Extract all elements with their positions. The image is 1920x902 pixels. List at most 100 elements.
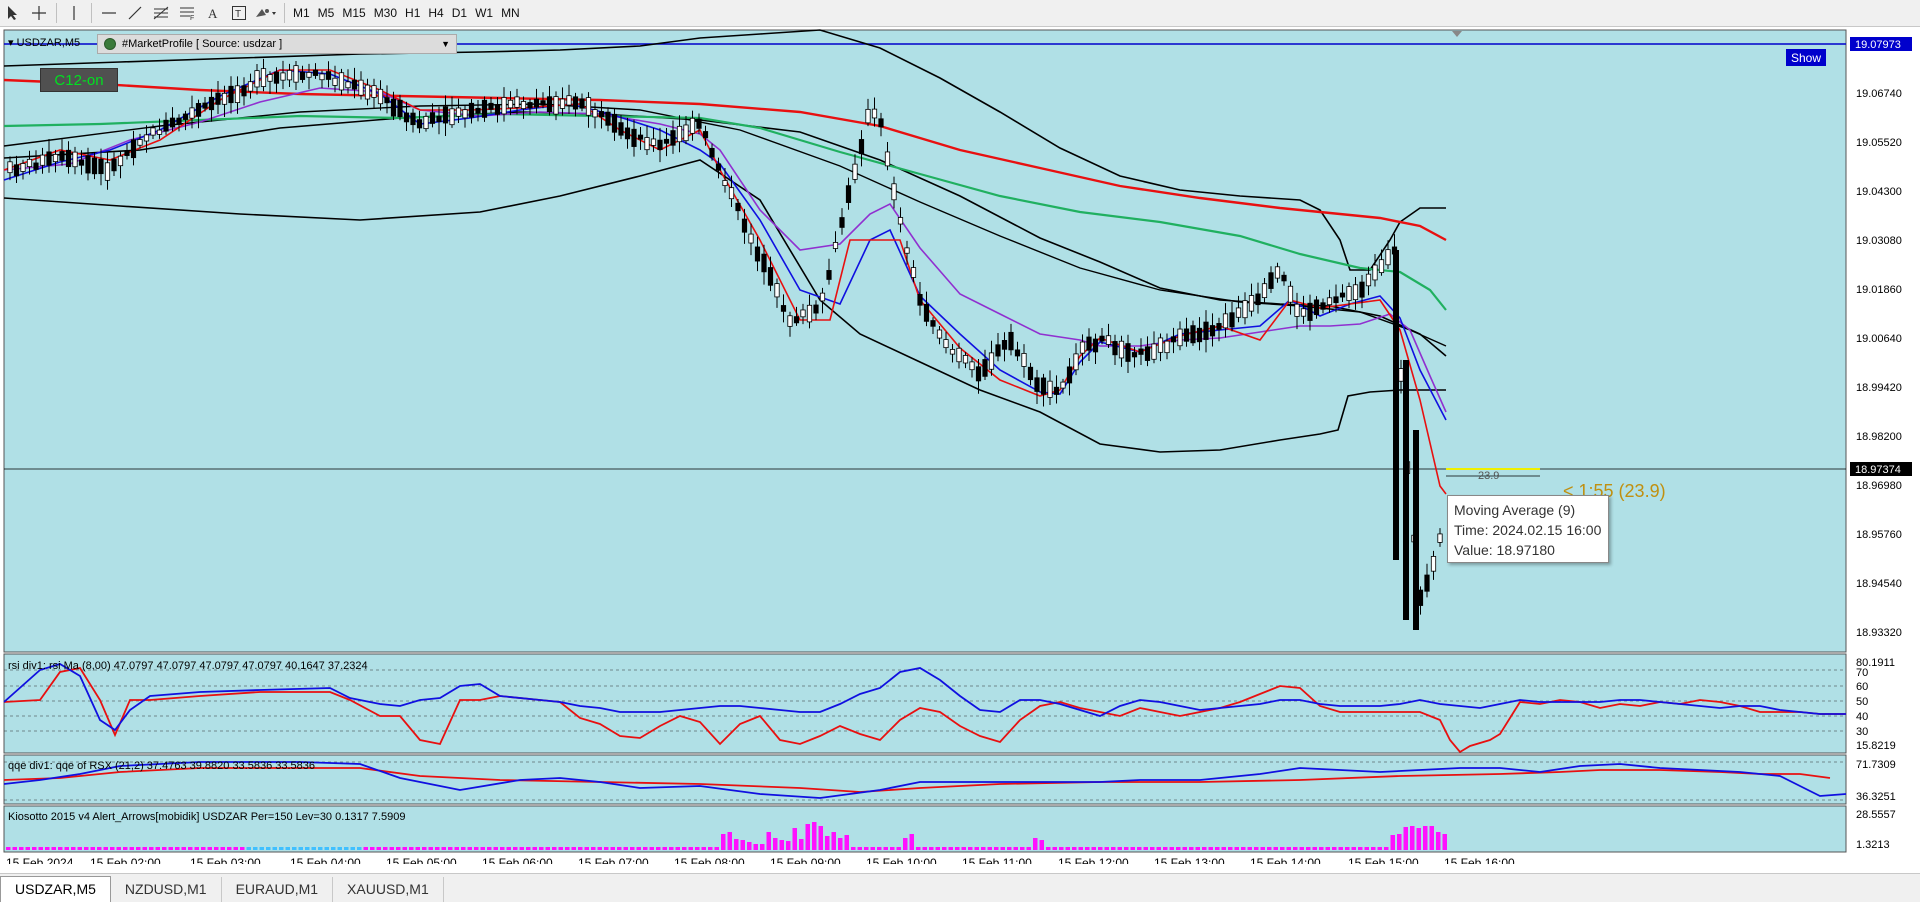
kiosotto-bar bbox=[896, 847, 901, 850]
show-button[interactable]: Show bbox=[1786, 49, 1826, 66]
kiosotto-bar bbox=[1319, 847, 1324, 850]
svg-text:A: A bbox=[208, 6, 218, 21]
time-tick: 15 Feb 09:00 bbox=[770, 856, 841, 864]
candle-body bbox=[631, 128, 637, 147]
shapes-icon[interactable] bbox=[254, 2, 278, 24]
kiosotto-bar bbox=[58, 847, 63, 850]
candle-body bbox=[286, 69, 293, 81]
chevron-down-icon[interactable]: ▼ bbox=[441, 39, 450, 49]
text-label-icon[interactable]: T bbox=[228, 2, 250, 24]
kiosotto-bar bbox=[864, 847, 869, 850]
market-profile-dropdown[interactable]: #MarketProfile [ Source: usdzar ] ▼ bbox=[97, 34, 457, 54]
timeframe-mn[interactable]: MN bbox=[497, 6, 524, 20]
kiosotto-bar bbox=[1195, 847, 1200, 850]
text-icon[interactable]: A bbox=[202, 2, 224, 24]
kiosotto-bar bbox=[851, 847, 856, 850]
kiosotto-bar bbox=[942, 847, 947, 850]
channel-icon[interactable]: F bbox=[176, 2, 198, 24]
vertical-line-icon[interactable] bbox=[63, 2, 85, 24]
candle-body bbox=[442, 106, 449, 124]
kiosotto-bar bbox=[272, 847, 277, 850]
kiosotto-bar bbox=[409, 847, 414, 850]
candle-body bbox=[468, 102, 475, 118]
timeframe-m15[interactable]: M15 bbox=[338, 6, 369, 20]
time-tick: 15 Feb 08:00 bbox=[674, 856, 745, 864]
price-tick: 19.04300 bbox=[1856, 186, 1902, 198]
fibonacci-icon[interactable] bbox=[150, 2, 172, 24]
candle-body bbox=[260, 68, 267, 87]
candle-body bbox=[962, 355, 969, 364]
kiosotto-bar bbox=[318, 847, 323, 850]
cursor-icon[interactable] bbox=[2, 2, 24, 24]
candle-body bbox=[1229, 312, 1235, 328]
candle-body bbox=[1060, 381, 1066, 389]
kiosotto-bar bbox=[188, 847, 193, 850]
tab-xauusd-m1[interactable]: XAUUSD,M1 bbox=[333, 877, 444, 902]
kiosotto-bar bbox=[1007, 847, 1012, 850]
kiosotto-bar bbox=[116, 847, 121, 850]
candle-body bbox=[793, 316, 800, 324]
candle-body bbox=[1365, 273, 1372, 287]
kiosotto-bar bbox=[337, 847, 342, 850]
timeframe-w1[interactable]: W1 bbox=[471, 6, 497, 20]
kiosotto-bar bbox=[1241, 847, 1246, 850]
kiosotto-bar bbox=[19, 847, 24, 850]
candle-body bbox=[52, 153, 59, 163]
kiosotto-bar bbox=[467, 847, 472, 850]
candle-body bbox=[1274, 266, 1281, 279]
timeframe-m5[interactable]: M5 bbox=[314, 6, 339, 20]
timeframe-h1[interactable]: H1 bbox=[401, 6, 424, 20]
price-tick: 19.03080 bbox=[1856, 235, 1902, 247]
candle-body bbox=[598, 111, 605, 118]
kiosotto-bar bbox=[922, 847, 927, 850]
candle-body bbox=[65, 149, 72, 168]
timeframe-h4[interactable]: H4 bbox=[424, 6, 447, 20]
candle-body bbox=[735, 202, 741, 212]
candle-body bbox=[1190, 325, 1196, 344]
timeframe-m1[interactable]: M1 bbox=[289, 6, 314, 20]
timeframe-d1[interactable]: D1 bbox=[448, 6, 471, 20]
crosshair-icon[interactable] bbox=[28, 2, 50, 24]
kiosotto-bar bbox=[103, 847, 108, 850]
candle-body bbox=[514, 96, 520, 108]
kiosotto-bar bbox=[25, 847, 30, 850]
candle-body bbox=[1320, 302, 1326, 310]
candle-body bbox=[910, 267, 917, 278]
kiosotto-bar bbox=[760, 844, 765, 850]
kiosotto-bar bbox=[175, 847, 180, 850]
horizontal-line-icon[interactable] bbox=[98, 2, 120, 24]
kiosotto-bar bbox=[929, 847, 934, 850]
price-tick: 18.93320 bbox=[1856, 627, 1902, 639]
kiosotto-bar bbox=[285, 847, 290, 850]
candle-body bbox=[618, 122, 624, 136]
kiosotto-bar bbox=[1416, 828, 1421, 850]
tab-nzdusd-m1[interactable]: NZDUSD,M1 bbox=[111, 877, 222, 902]
candle-body bbox=[13, 164, 20, 177]
candle-body bbox=[208, 96, 215, 111]
kiosotto-bar bbox=[1020, 847, 1025, 850]
kiosotto-bar bbox=[571, 847, 576, 850]
candle-body bbox=[1255, 293, 1261, 306]
kiosotto-bar bbox=[883, 847, 888, 850]
kiosotto-bar bbox=[1338, 847, 1343, 850]
candle-body bbox=[488, 102, 494, 110]
kiosotto-bar bbox=[539, 847, 544, 850]
candle-body bbox=[494, 104, 501, 115]
candle-body bbox=[1151, 343, 1157, 360]
candle-body bbox=[1248, 295, 1255, 312]
candle-body bbox=[1300, 308, 1307, 317]
candle-body bbox=[904, 247, 910, 254]
svg-text:T: T bbox=[235, 9, 241, 20]
tab-euraud-m1[interactable]: EURAUD,M1 bbox=[222, 877, 334, 902]
c12-toggle-button[interactable]: C12-on bbox=[40, 68, 118, 92]
candle-body bbox=[1170, 336, 1177, 343]
chart-window[interactable]: 23.9 < 1:55 (23.9) 19.06740 19.05520 19.… bbox=[0, 27, 1920, 864]
candle-body bbox=[1430, 556, 1437, 572]
candle-body bbox=[1413, 430, 1419, 630]
tab-usdzar-m5[interactable]: USDZAR,M5 bbox=[0, 876, 111, 902]
candle-body bbox=[1001, 340, 1008, 350]
timeframe-m30[interactable]: M30 bbox=[370, 6, 401, 20]
candle-body bbox=[26, 158, 33, 168]
trendline-icon[interactable] bbox=[124, 2, 146, 24]
kiosotto-bar bbox=[1429, 826, 1434, 850]
